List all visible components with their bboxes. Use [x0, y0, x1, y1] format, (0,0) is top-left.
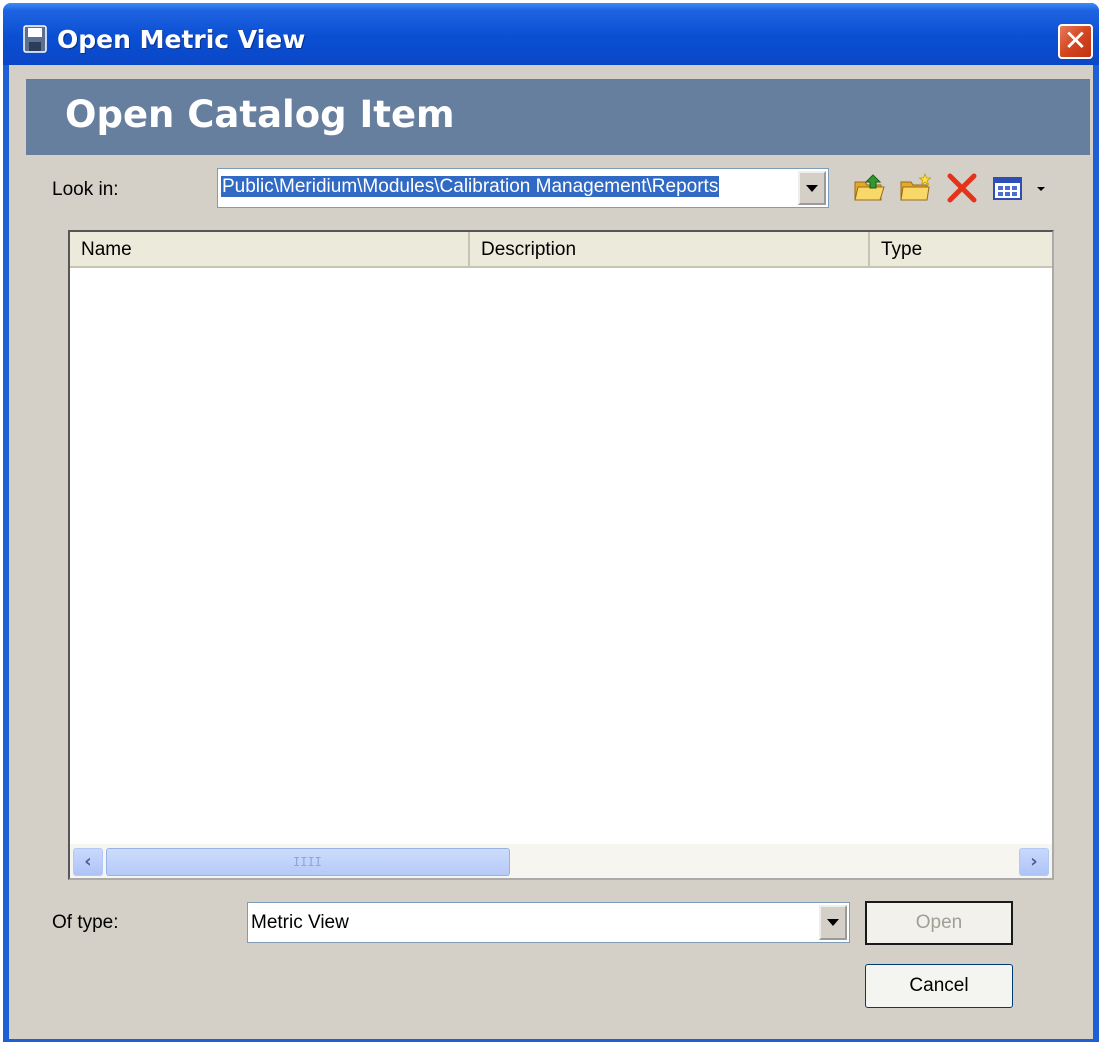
dialog-body: Open Catalog Item Look in: Public\Meridi…: [9, 65, 1093, 1039]
scroll-thumb[interactable]: IIII: [106, 848, 510, 876]
catalog-list[interactable]: Name Description Type ‹ IIII ›: [68, 230, 1054, 880]
new-folder-icon[interactable]: [899, 173, 933, 203]
cancel-button[interactable]: Cancel: [865, 964, 1013, 1008]
look-in-dropdown-button[interactable]: [798, 171, 826, 205]
header-title: Open Catalog Item: [65, 93, 455, 136]
chevron-down-icon: [806, 185, 818, 192]
save-disk-icon: [23, 25, 47, 53]
column-header-description[interactable]: Description: [470, 232, 870, 266]
scroll-right-button[interactable]: ›: [1019, 848, 1049, 876]
dialog-window: Open Metric View ✕ Open Catalog Item Loo…: [3, 3, 1099, 1042]
open-button[interactable]: Open: [865, 901, 1013, 945]
title-bar[interactable]: Open Metric View ✕: [3, 3, 1099, 65]
up-folder-icon[interactable]: [853, 173, 887, 203]
of-type-dropdown-button[interactable]: [819, 905, 847, 940]
look-in-combobox[interactable]: Public\Meridium\Modules\Calibration Mana…: [217, 168, 829, 208]
header-band: Open Catalog Item: [26, 79, 1090, 155]
look-in-label: Look in:: [52, 179, 119, 200]
of-type-value: Metric View: [251, 912, 349, 933]
window-title: Open Metric View: [57, 25, 306, 54]
column-header-type[interactable]: Type: [870, 232, 1052, 266]
column-header-name[interactable]: Name: [70, 232, 470, 266]
scroll-grip-icon: IIII: [293, 855, 322, 869]
dropdown-arrow-icon[interactable]: [1033, 173, 1049, 203]
view-menu-icon[interactable]: [991, 173, 1025, 203]
of-type-combobox[interactable]: Metric View: [247, 902, 850, 943]
look-in-value: Public\Meridium\Modules\Calibration Mana…: [221, 176, 720, 197]
close-button[interactable]: ✕: [1058, 24, 1093, 59]
delete-icon[interactable]: [945, 173, 979, 203]
horizontal-scrollbar[interactable]: ‹ IIII ›: [70, 844, 1052, 878]
scroll-left-button[interactable]: ‹: [73, 848, 103, 876]
chevron-down-icon: [827, 919, 839, 926]
of-type-label: Of type:: [52, 912, 119, 933]
list-header: Name Description Type: [70, 232, 1052, 268]
